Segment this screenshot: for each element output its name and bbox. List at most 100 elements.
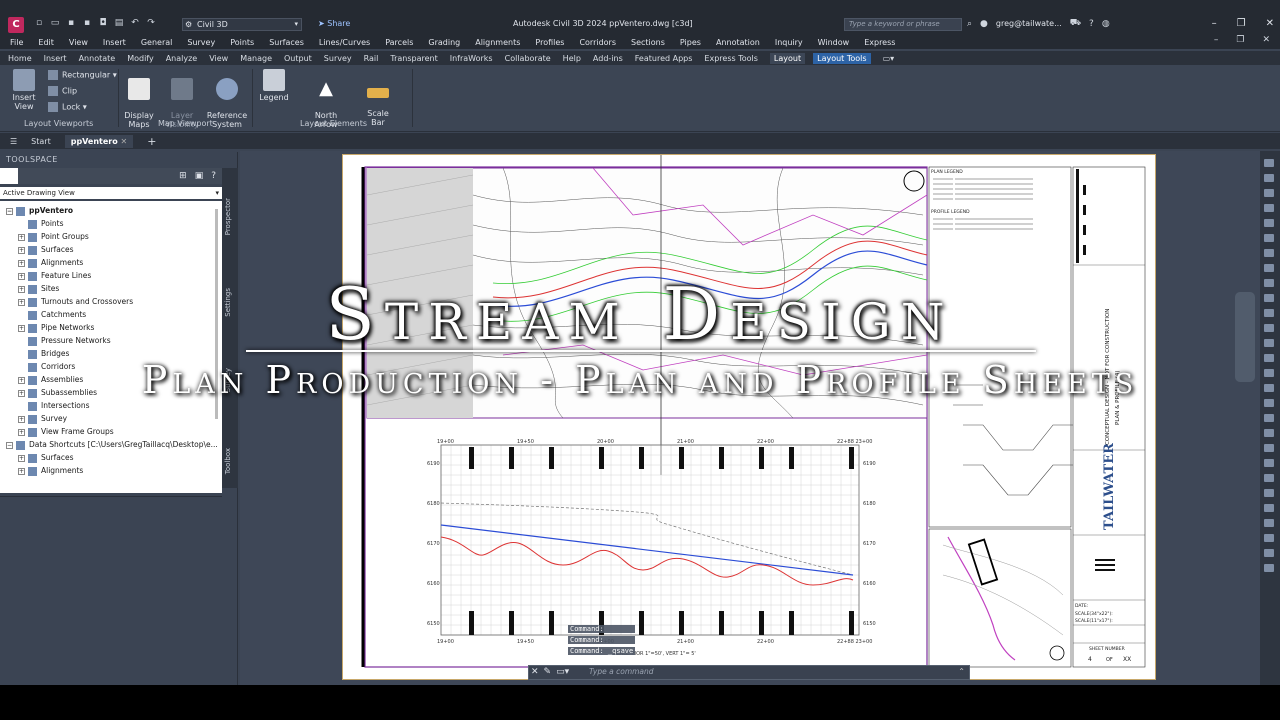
tab-collaborate[interactable]: Collaborate <box>505 54 551 63</box>
insert-view-button[interactable]: Insert View <box>4 69 44 111</box>
nav-tool-icon[interactable] <box>1264 279 1274 287</box>
nav-tool-icon[interactable] <box>1264 549 1274 557</box>
clip-button[interactable]: Clip <box>48 86 77 96</box>
drawing-view-select[interactable]: Active Drawing View ▾ <box>0 187 222 199</box>
tree-item[interactable]: + View Frame Groups <box>18 425 114 438</box>
menu-grading[interactable]: Grading <box>428 38 460 47</box>
menu-corridors[interactable]: Corridors <box>579 38 616 47</box>
menu-view[interactable]: View <box>69 38 88 47</box>
open-icon[interactable]: ▭ <box>50 18 60 28</box>
menu-file[interactable]: File <box>10 38 23 47</box>
web-mobile-icon[interactable]: ◘ <box>98 18 108 28</box>
save-icon[interactable]: ▪ <box>66 18 76 28</box>
nav-tool-icon[interactable] <box>1264 414 1274 422</box>
tree-item[interactable]: − ppVentero <box>6 204 73 217</box>
tree-expander-icon[interactable]: − <box>6 442 13 449</box>
tree-item[interactable]: + Alignments <box>18 256 83 269</box>
tab-help[interactable]: Help <box>563 54 581 63</box>
nav-tool-icon[interactable] <box>1264 429 1274 437</box>
hamburger-menu-icon[interactable]: ☰ <box>10 137 17 146</box>
tab-analyze[interactable]: Analyze <box>166 54 198 63</box>
civil3d-app-icon[interactable]: C <box>8 17 24 33</box>
tab-rail[interactable]: Rail <box>364 54 379 63</box>
tab-manage[interactable]: Manage <box>240 54 272 63</box>
nav-tool-icon[interactable] <box>1264 324 1274 332</box>
tab-insert[interactable]: Insert <box>44 54 67 63</box>
nav-tool-icon[interactable] <box>1264 444 1274 452</box>
tab-annotate[interactable]: Annotate <box>79 54 116 63</box>
vtab-prospector[interactable]: Prospector <box>224 198 236 235</box>
tab-layout[interactable]: Layout <box>769 52 806 64</box>
menu-express[interactable]: Express <box>864 38 895 47</box>
doc-close-icon[interactable]: ✕ <box>1262 35 1270 45</box>
tree-item[interactable]: + Survey <box>18 412 67 425</box>
doc-minimize-icon[interactable]: – <box>1214 35 1219 45</box>
menu-surfaces[interactable]: Surfaces <box>269 38 304 47</box>
user-name[interactable]: greg@tailwate... <box>996 19 1062 28</box>
undo-icon[interactable]: ↶ <box>130 18 140 28</box>
tab-featured-apps[interactable]: Featured Apps <box>635 54 693 63</box>
nav-tool-icon[interactable] <box>1264 294 1274 302</box>
save-as-icon[interactable]: ▪ <box>82 18 92 28</box>
menu-alignments[interactable]: Alignments <box>475 38 520 47</box>
nav-tool-icon[interactable] <box>1264 189 1274 197</box>
user-icon[interactable]: ● <box>980 19 988 29</box>
help-icon[interactable]: ? <box>211 171 216 181</box>
tab-transparent[interactable]: Transparent <box>390 54 437 63</box>
menu-points[interactable]: Points <box>230 38 254 47</box>
nav-tool-icon[interactable] <box>1264 564 1274 572</box>
chevron-up-icon[interactable]: ⌃ <box>958 667 965 676</box>
menu-annotation[interactable]: Annotation <box>716 38 760 47</box>
menu-general[interactable]: General <box>141 38 173 47</box>
nav-tool-icon[interactable] <box>1264 339 1274 347</box>
search-icon[interactable]: ⌕ <box>967 19 972 29</box>
tab-infraworks[interactable]: InfraWorks <box>450 54 493 63</box>
nav-tool-icon[interactable] <box>1264 354 1274 362</box>
nav-tool-icon[interactable] <box>1264 219 1274 227</box>
nav-tool-icon[interactable] <box>1264 489 1274 497</box>
tree-item[interactable]: + Point Groups <box>18 230 89 243</box>
menu-profiles[interactable]: Profiles <box>535 38 564 47</box>
menu-edit[interactable]: Edit <box>38 38 54 47</box>
menu-sections[interactable]: Sections <box>631 38 665 47</box>
help-icon[interactable]: ? <box>1089 19 1094 29</box>
tree-expander-icon[interactable]: − <box>6 208 13 215</box>
menu-lines-curves[interactable]: Lines/Curves <box>319 38 370 47</box>
nav-tool-icon[interactable] <box>1264 204 1274 212</box>
tree-expander-icon[interactable]: + <box>18 468 25 475</box>
nav-tool-icon[interactable] <box>1264 504 1274 512</box>
restore-icon[interactable]: ❐ <box>1237 18 1246 29</box>
tab-start[interactable]: Start <box>31 137 51 146</box>
panel-icon[interactable]: ▣ <box>195 171 204 181</box>
tab-survey[interactable]: Survey <box>324 54 352 63</box>
close-icon[interactable]: ✕ <box>1266 18 1274 29</box>
command-input[interactable]: Type a command <box>589 667 654 676</box>
nav-tool-icon[interactable] <box>1264 534 1274 542</box>
tree-expander-icon[interactable]: + <box>18 429 25 436</box>
tab-modify[interactable]: Modify <box>127 54 154 63</box>
steering-wheel[interactable] <box>1235 292 1255 382</box>
command-line[interactable]: ✕ ✎ ▭▾ Type a command ⌃ <box>528 665 970 680</box>
tab-home[interactable]: Home <box>8 54 32 63</box>
globe-icon[interactable]: ◍ <box>1102 19 1110 29</box>
ribbon-toggle-icon[interactable]: ▭▾ <box>883 54 895 63</box>
tab-view[interactable]: View <box>209 54 228 63</box>
tree-expander-icon[interactable]: + <box>18 234 25 241</box>
tree-expander-icon[interactable]: + <box>18 455 25 462</box>
tree-expander-icon[interactable]: + <box>18 260 25 267</box>
nav-tool-icon[interactable] <box>1264 159 1274 167</box>
nav-tool-icon[interactable] <box>1264 264 1274 272</box>
nav-tool-icon[interactable] <box>1264 519 1274 527</box>
nav-tool-icon[interactable] <box>1264 234 1274 242</box>
nav-tool-icon[interactable] <box>1264 249 1274 257</box>
prompt-icon[interactable]: ▭▾ <box>556 667 569 677</box>
legend-button[interactable]: Legend <box>258 69 290 102</box>
minimize-icon[interactable]: – <box>1212 18 1217 29</box>
menu-parcels[interactable]: Parcels <box>385 38 413 47</box>
nav-tool-icon[interactable] <box>1264 174 1274 182</box>
tree-item[interactable]: + Alignments <box>18 464 83 477</box>
new-tab-icon[interactable]: + <box>147 135 156 148</box>
help-search-input[interactable]: Type a keyword or phrase <box>844 18 962 31</box>
tab-add-ins[interactable]: Add-ins <box>593 54 623 63</box>
tree-item[interactable]: + Surfaces <box>18 451 73 464</box>
